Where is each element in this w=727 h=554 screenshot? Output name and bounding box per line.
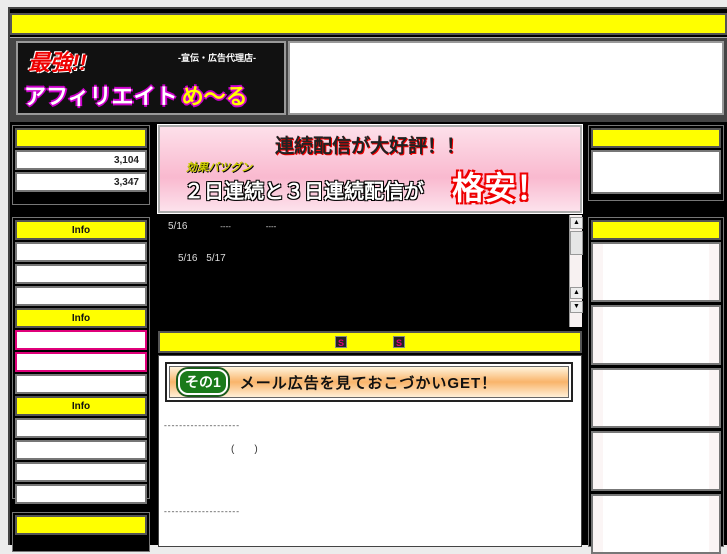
ad-title-box[interactable]: その1 メール広告を見ておこづかいGET！: [165, 362, 573, 402]
right-header-1: [591, 128, 721, 148]
news-date: 5/16: [178, 253, 198, 264]
stats-box: 3,104 3,347: [12, 125, 150, 205]
right-box-2: [588, 217, 724, 554]
ad-title-inner: その1 メール広告を見ておこづかいGET！: [169, 366, 569, 398]
scroll-thumb[interactable]: [570, 231, 583, 255]
stat-value-2: 3,347: [15, 172, 147, 192]
news-line-1: 5/16 ---- ----: [168, 221, 276, 232]
info-header-1: Info: [15, 220, 147, 240]
bottom-left-box: [12, 512, 150, 552]
right-box-1: [588, 125, 724, 201]
paren-text: ( ): [231, 444, 258, 455]
banner-emphasis: 格安！: [452, 170, 549, 206]
s-icon[interactable]: S: [393, 336, 405, 348]
news-ticker[interactable]: 5/16 ---- ---- 5/16 5/17 ▲ ▲ ▼: [158, 215, 583, 327]
stats-header: [15, 128, 147, 148]
banner-body: ２日連続と３日連続配信が: [184, 181, 424, 203]
banner-sub-label: 効果バツグン: [186, 162, 252, 174]
right-panel[interactable]: [591, 494, 721, 554]
divider: --------------------: [163, 422, 240, 431]
info-link[interactable]: [15, 374, 147, 394]
ad-badge: その1: [178, 369, 228, 395]
s-icon[interactable]: S: [335, 336, 347, 348]
ad-title: メール広告を見ておこづかいGET！: [239, 374, 498, 392]
main-content: その1 メール広告を見ておこづかいGET！ ------------------…: [158, 355, 582, 547]
right-panel[interactable]: [591, 305, 721, 365]
right-panel[interactable]: [591, 242, 721, 302]
promo-banner[interactable]: 連続配信が大好評！！ 効果バツグン ２日連続と３日連続配信が 格安！: [157, 124, 583, 214]
right-header-2: [591, 220, 721, 240]
logo-tagline: -宣伝・広告代理店-: [178, 53, 256, 63]
info-link[interactable]: [15, 286, 147, 306]
logo-line2-hiragana: め〜る: [181, 84, 248, 109]
section-bar: S S: [158, 331, 582, 353]
right-panel[interactable]: [591, 431, 721, 491]
scroll-up-icon[interactable]: ▲: [570, 287, 583, 299]
logo-line2-katakana: アフィリエイト: [24, 84, 178, 109]
info-link[interactable]: [15, 484, 147, 504]
info-header-2: Info: [15, 308, 147, 328]
news-col3: ----: [265, 222, 277, 231]
header-ad-box: [288, 41, 724, 115]
page: 最強!! -宣伝・広告代理店- アフィリエイト め〜る 3,104 3,347 I…: [8, 7, 727, 554]
info-box: Info Info Info: [12, 217, 150, 504]
stat-value-1: 3,104: [15, 150, 147, 170]
info-link-highlighted[interactable]: [15, 352, 147, 372]
news-line-2: 5/16 5/17: [178, 253, 226, 264]
logo-line2: アフィリエイト め〜る: [24, 79, 248, 111]
bottom-left-header: [15, 515, 147, 535]
info-link[interactable]: [15, 242, 147, 262]
info-link[interactable]: [15, 440, 147, 460]
scroll-down-icon[interactable]: ▼: [570, 301, 583, 313]
info-link[interactable]: [15, 418, 147, 438]
news-date: 5/16: [168, 221, 188, 232]
right-panel[interactable]: [591, 150, 721, 194]
site-logo[interactable]: 最強!! -宣伝・広告代理店- アフィリエイト め〜る: [16, 41, 286, 115]
info-link[interactable]: [15, 264, 147, 284]
info-header-3: Info: [15, 396, 147, 416]
logo-line1: 最強!!: [28, 50, 87, 75]
right-panel[interactable]: [591, 368, 721, 428]
news-scrollbar[interactable]: ▲ ▲ ▼: [569, 215, 583, 327]
news-date: 5/17: [206, 253, 226, 264]
banner-headline: 連続配信が大好評！！: [274, 136, 465, 157]
news-col2: ----: [220, 222, 231, 231]
scroll-up-icon[interactable]: ▲: [570, 217, 583, 229]
top-bar: [10, 13, 727, 35]
info-link-highlighted[interactable]: [15, 330, 147, 350]
info-link[interactable]: [15, 462, 147, 482]
divider: --------------------: [163, 508, 240, 517]
